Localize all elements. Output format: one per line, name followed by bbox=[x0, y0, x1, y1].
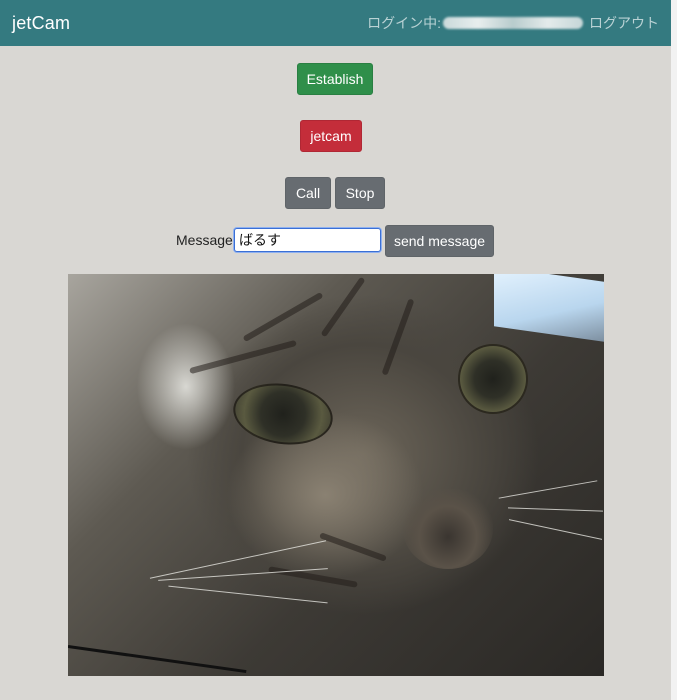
whisker bbox=[508, 507, 603, 512]
jetcam-button[interactable]: jetcam bbox=[300, 120, 362, 152]
cable bbox=[68, 645, 247, 674]
fur-stripe bbox=[320, 276, 366, 338]
whisker bbox=[168, 585, 328, 604]
stop-button[interactable]: Stop bbox=[335, 177, 385, 209]
message-input[interactable] bbox=[234, 228, 381, 252]
whisker bbox=[508, 519, 603, 540]
fur-stripe bbox=[242, 291, 324, 343]
cat-eye-right bbox=[458, 344, 528, 414]
whisker bbox=[498, 480, 598, 499]
user-status: ログイン中: ログアウト bbox=[367, 13, 659, 33]
login-status-label: ログイン中: bbox=[367, 15, 441, 31]
video-feed bbox=[68, 274, 604, 676]
fur-stripe bbox=[319, 532, 387, 562]
message-label: Message bbox=[176, 232, 233, 248]
fur-stripe bbox=[381, 298, 415, 376]
video-background-monitor bbox=[494, 274, 604, 342]
redacted-email bbox=[443, 17, 583, 29]
cat-eye-left bbox=[229, 377, 337, 451]
top-navbar: jetCam ログイン中: ログアウト bbox=[0, 0, 671, 46]
logout-link[interactable]: ログアウト bbox=[589, 13, 659, 33]
send-message-button[interactable]: send message bbox=[385, 225, 494, 257]
page-scrollbar[interactable] bbox=[671, 0, 677, 700]
establish-button[interactable]: Establish bbox=[297, 63, 373, 95]
page: jetCam ログイン中: ログアウト Establish jetcam Cal… bbox=[0, 0, 677, 700]
fur-stripe bbox=[189, 339, 297, 375]
call-button[interactable]: Call bbox=[285, 177, 331, 209]
cat-nose bbox=[403, 489, 493, 569]
brand-title[interactable]: jetCam bbox=[12, 13, 70, 34]
